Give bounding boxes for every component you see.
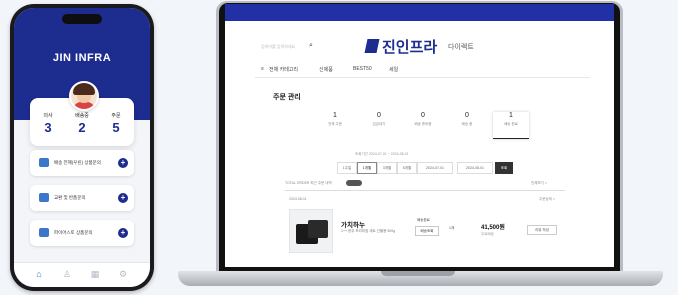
- filter-3month[interactable]: 3개월: [377, 162, 397, 174]
- avatar-hair: [73, 83, 95, 95]
- filter-1week[interactable]: 1주일: [337, 162, 357, 174]
- shipping-status: 배송완료: [417, 218, 430, 222]
- price-note: 무료배송: [481, 232, 494, 236]
- avatar[interactable]: [69, 81, 99, 111]
- nav-menu-icon[interactable]: ≡: [261, 66, 264, 72]
- stat-label: 주문: [111, 113, 121, 119]
- product-description: 1++ 한우 프리미엄 세트 선물용 500g: [341, 229, 396, 233]
- plus-icon[interactable]: +: [118, 228, 128, 238]
- menu-item-label: 교환 및 반품문의: [54, 195, 86, 200]
- stat-value[interactable]: 3: [36, 120, 60, 135]
- laptop-screen: 검색어를 입력하세요 ⌕ 진인프라 다이렉트 ≡ 전체 카테고리 신제품 BES…: [225, 4, 614, 267]
- logo-mark-icon: [364, 39, 380, 53]
- gear-icon[interactable]: ⚙: [116, 269, 130, 280]
- nav-item-new[interactable]: 신제품: [319, 66, 333, 73]
- menu-item-label: 파이어스토 상품문의: [54, 230, 93, 235]
- search-button[interactable]: 조회: [495, 162, 513, 174]
- gift-box-image: [308, 220, 328, 238]
- phone-brand-logo: JIN INFRA: [52, 52, 112, 64]
- grid-icon[interactable]: ▦: [88, 269, 102, 280]
- product-name[interactable]: 가치하누: [341, 219, 365, 229]
- site-brand-name: 진인프라: [382, 39, 438, 56]
- phone-screen: JIN INFRA 의사 3 배송중 2 주문 5 배송 전혜(우린) 상품문의…: [14, 8, 150, 287]
- nav-item-category[interactable]: 전체 카테고리: [269, 66, 298, 73]
- order-date: 2024.08.01: [289, 197, 307, 201]
- order-detail-link[interactable]: 주문상세 >: [539, 197, 555, 202]
- filter-6month[interactable]: 6개월: [397, 162, 417, 174]
- status-box[interactable]: 0 입금대기: [361, 112, 397, 138]
- menu-item-shipping-inquiry[interactable]: 배송 전혜(우린) 상품문의 +: [30, 150, 134, 176]
- phone-notch: [62, 14, 102, 24]
- list-header: TOTAL ORDER 최근 주문 내역: [285, 181, 332, 185]
- product-image[interactable]: [289, 209, 333, 253]
- status-box[interactable]: 1 전체 주문: [317, 112, 353, 138]
- menu-item-label: 배송 전혜(우린) 상품문의: [54, 160, 101, 165]
- stat-value[interactable]: 5: [104, 120, 128, 135]
- nav-divider: [255, 77, 590, 78]
- list-divider: [285, 190, 565, 191]
- list-header-badge: [346, 180, 362, 186]
- home-icon[interactable]: ⌂: [32, 269, 46, 279]
- search-input[interactable]: 검색어를 입력하세요: [261, 44, 301, 50]
- filter-1month[interactable]: 1개월: [357, 162, 377, 174]
- site-brand-sub: 다이렉트: [448, 44, 474, 51]
- date-range-hint: 조회기간 2024-07-01 ~ 2024-08-01: [355, 152, 409, 156]
- status-count: 1: [509, 112, 513, 119]
- track-shipping-button[interactable]: 배송조회: [415, 226, 439, 236]
- site-top-strip: [225, 4, 614, 21]
- laptop-base-notch: [381, 271, 455, 276]
- search-icon[interactable]: ⌕: [309, 42, 313, 50]
- bottom-tab-bar: ⌂ ♙ ▦ ⚙: [14, 262, 150, 287]
- status-box[interactable]: 0 배송 준비중: [405, 112, 441, 138]
- date-to-input[interactable]: 2024-08-01: [457, 162, 493, 174]
- nav-item-sale[interactable]: 세일: [389, 66, 398, 73]
- stat-value[interactable]: 2: [70, 120, 94, 135]
- status-box-selected[interactable]: 1 배송 완료: [493, 112, 529, 139]
- page-title: 주문 관리: [273, 94, 301, 101]
- plus-icon[interactable]: +: [118, 193, 128, 203]
- status-label: 배송 준비중: [414, 122, 432, 126]
- truck-icon: [39, 158, 49, 167]
- status-label: 배송 중: [461, 122, 473, 126]
- write-review-button[interactable]: 리뷰 작성: [527, 225, 557, 235]
- date-from-input[interactable]: 2024-07-01: [417, 162, 453, 174]
- chat-icon: [39, 228, 49, 237]
- stat-label: 의사: [43, 113, 53, 119]
- menu-item-product-inquiry[interactable]: 파이어스토 상품문의 +: [30, 220, 134, 246]
- status-label: 배송 완료: [504, 122, 518, 126]
- product-quantity: 1개: [449, 226, 455, 230]
- view-all-link[interactable]: 전체보기 >: [531, 181, 547, 186]
- stat-label: 배송중: [75, 113, 89, 119]
- status-box[interactable]: 0 배송 중: [449, 112, 485, 138]
- status-count: 0: [377, 112, 381, 119]
- product-price: 41,500원: [481, 225, 505, 231]
- plus-icon[interactable]: +: [118, 158, 128, 168]
- status-count: 1: [333, 112, 337, 119]
- status-count: 0: [421, 112, 425, 119]
- nav-item-best[interactable]: BEST50: [353, 66, 372, 72]
- status-count: 0: [465, 112, 469, 119]
- box-icon: [39, 193, 49, 202]
- menu-item-return-inquiry[interactable]: 교환 및 반품문의 +: [30, 185, 134, 211]
- user-icon[interactable]: ♙: [60, 269, 74, 280]
- status-label: 전체 주문: [328, 122, 342, 126]
- status-label: 입금대기: [372, 122, 386, 126]
